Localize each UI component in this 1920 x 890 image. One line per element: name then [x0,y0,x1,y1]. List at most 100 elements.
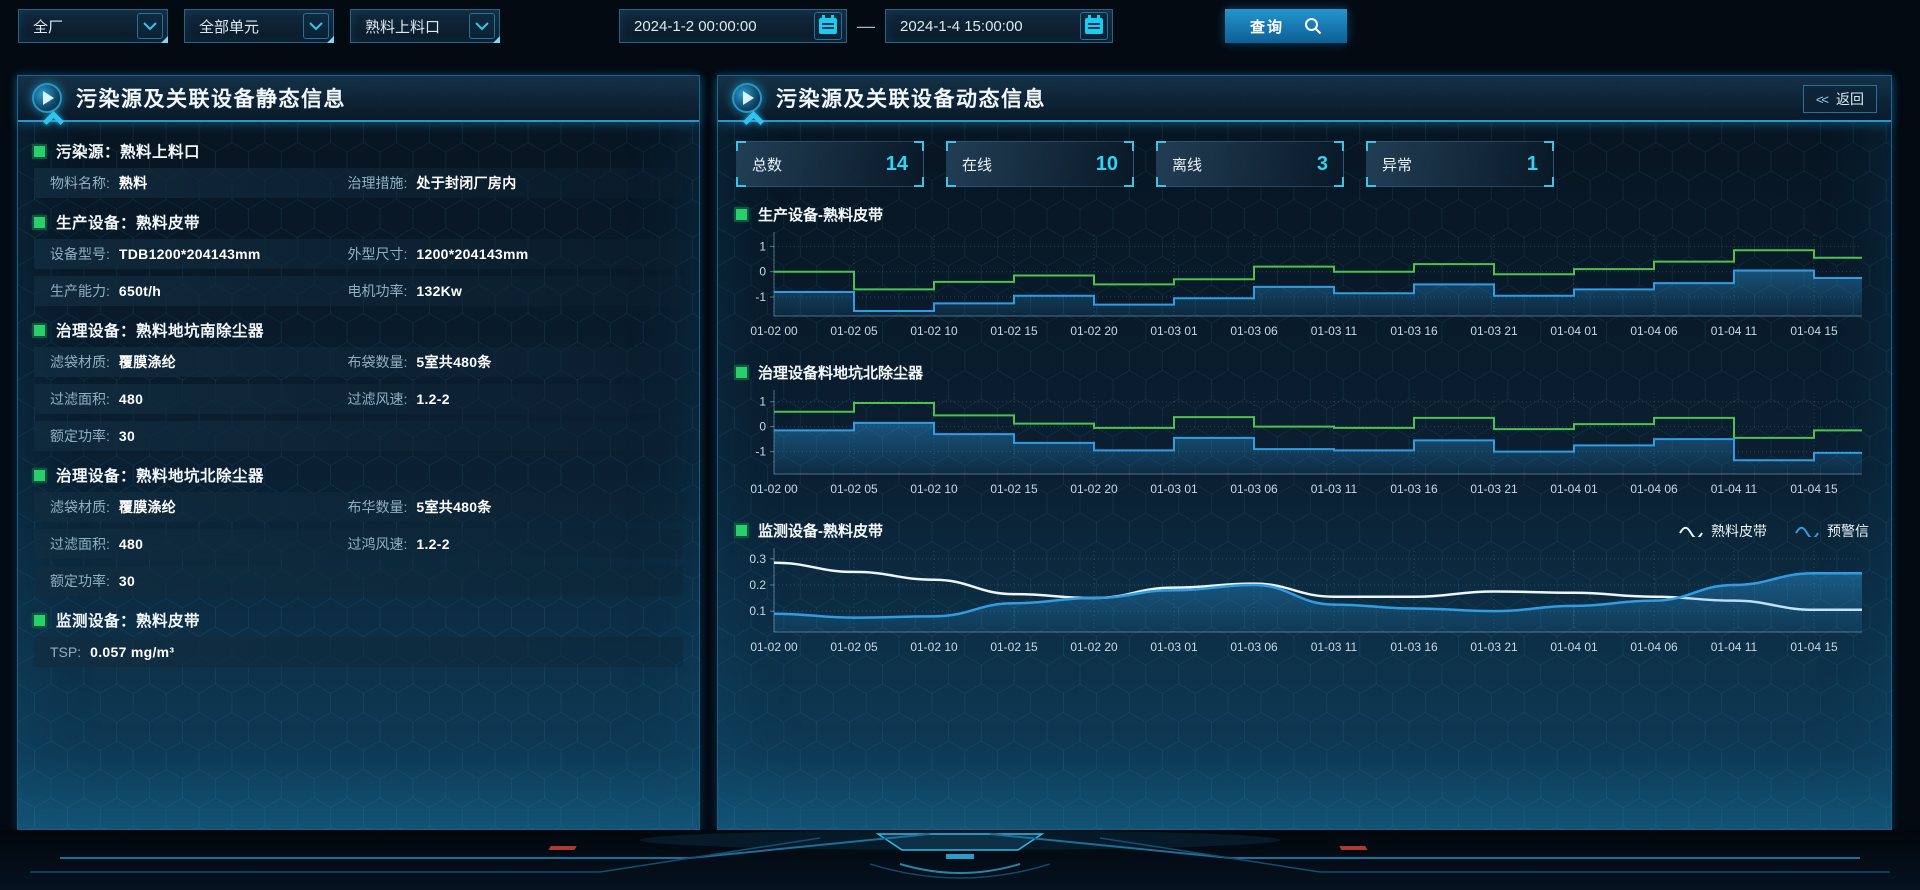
info-cell: 外型尺寸:1200*204143mm [348,244,683,264]
select-plant-value: 全厂 [33,16,63,37]
svg-text:0.3: 0.3 [749,552,766,566]
footer-decoration [0,830,1920,890]
info-row: 设备型号:TDB1200*204143mm外型尺寸:1200*204143mm [34,239,683,269]
svg-text:01-02 10: 01-02 10 [910,640,958,654]
stat-total: 总数 14 [736,141,924,187]
end-date-input[interactable]: 2024-1-4 15:00:00 [885,9,1113,43]
svg-text:01-04 15: 01-04 15 [1790,324,1838,338]
svg-text:01-03 06: 01-03 06 [1230,640,1278,654]
svg-text:01-02 00: 01-02 00 [750,324,798,338]
dynamic-info-panel: 污染源及关联设备动态信息 << 返回 总数 14 在线 10 离线 3 异常 1… [717,75,1892,830]
section-header: 生产设备：熟料皮带 [34,205,683,239]
info-row: TSP:0.057 mg/m³ [34,637,683,667]
green-square-icon [34,146,45,157]
back-button-label: 返回 [1836,89,1864,109]
svg-text:01-04 11: 01-04 11 [1711,324,1758,338]
play-icon [32,83,62,113]
search-button-label: 查询 [1250,16,1284,37]
filter-toolbar: 全厂 全部单元 熟料上料口 2024-1-2 00:00:00 — 2024-1… [18,8,1347,44]
double-chevron-left-icon: << [1816,92,1827,107]
chart-block: 治理设备料地坑北除尘器10-101-02 0001-02 0501-02 100… [736,359,1873,511]
info-value: 480 [119,536,143,552]
info-row: 过滤面积:480过鸿风速:1.2-2 [34,529,683,559]
svg-text:01-03 11: 01-03 11 [1311,482,1358,496]
static-info-title: 污染源及关联设备静态信息 [76,83,346,113]
svg-text:01-03 01: 01-03 01 [1150,640,1198,654]
info-label: 生产能力: [50,281,110,301]
end-date-value: 2024-1-4 15:00:00 [900,18,1023,35]
info-cell: 治理措施:处于封闭厂房内 [348,173,683,193]
info-value: 650t/h [119,283,161,299]
svg-text:01-04 15: 01-04 15 [1790,640,1838,654]
svg-text:01-03 16: 01-03 16 [1390,324,1438,338]
chevron-down-icon [303,13,329,39]
chart-title-row: 生产设备-熟料皮带 [736,201,1873,228]
info-row: 物料名称:熟料治理措施:处于封闭厂房内 [34,168,683,198]
green-square-icon [34,217,45,228]
info-row: 滤袋材质:覆膜涤纶布华数量:5室共480条 [34,492,683,522]
svg-text:-1: -1 [755,290,766,304]
section-title: 治理设备：熟料地坑南除尘器 [56,319,264,341]
back-button[interactable]: << 返回 [1803,85,1877,113]
select-unit[interactable]: 全部单元 [184,9,334,43]
select-plant[interactable]: 全厂 [18,9,168,43]
green-square-icon [34,615,45,626]
svg-text:01-03 11: 01-03 11 [1311,324,1358,338]
legend-item[interactable]: 预警信 [1795,521,1869,541]
svg-text:01-03 21: 01-03 21 [1470,324,1518,338]
svg-text:0.2: 0.2 [749,578,766,592]
select-pollution-source[interactable]: 熟料上料口 [350,9,500,43]
svg-text:01-02 05: 01-02 05 [830,640,878,654]
svg-text:01-02 20: 01-02 20 [1070,640,1118,654]
svg-text:0: 0 [759,420,766,434]
info-value: 30 [119,573,135,589]
info-value: 1.2-2 [416,536,449,552]
svg-text:01-02 10: 01-02 10 [910,324,958,338]
search-button[interactable]: 查询 [1225,9,1347,43]
info-label: 过滤面积: [50,389,110,409]
select-pollution-source-value: 熟料上料口 [365,16,440,37]
chart-title-row: 监测设备-熟料皮带 熟料皮带 预警信 [736,517,1873,544]
select-unit-value: 全部单元 [199,16,259,37]
green-square-icon [34,470,45,481]
info-value: 480 [119,391,143,407]
stat-abnormal-label: 异常 [1382,154,1412,175]
svg-text:01-02 05: 01-02 05 [830,482,878,496]
info-cell: 物料名称:熟料 [50,173,348,193]
svg-text:01-02 20: 01-02 20 [1070,482,1118,496]
stat-abnormal-value: 1 [1527,153,1538,176]
svg-text:01-03 11: 01-03 11 [1311,640,1358,654]
info-cell: 过滤面积: 480 [50,389,348,409]
static-info-content: 污染源：熟料上料口物料名称:熟料治理措施:处于封闭厂房内生产设备：熟料皮带设备型… [18,122,699,686]
svg-text:01-04 06: 01-04 06 [1630,324,1678,338]
info-value: 30 [119,428,135,444]
section-header: 治理设备：熟料地坑南除尘器 [34,313,683,347]
wavy-line-icon [1679,525,1703,537]
info-value: 覆膜涤纶 [119,497,176,517]
calendar-icon[interactable] [814,12,842,40]
info-row: 过滤面积:480过滤风速:1.2-2 [34,384,683,414]
info-label: 布华数量: [348,497,408,517]
start-date-input[interactable]: 2024-1-2 00:00:00 [619,9,847,43]
chart-title-row: 治理设备料地坑北除尘器 [736,359,1873,386]
info-cell: 电机功率:132Kw [348,281,683,301]
info-label: 治理措施: [348,173,408,193]
info-cell: 生产能力: 650t/h [50,281,348,301]
static-info-panel: 污染源及关联设备静态信息 污染源：熟料上料口物料名称:熟料治理措施:处于封闭厂房… [17,75,700,830]
chart-canvas: 0.30.20.101-02 0001-02 0501-02 1001-02 1… [736,544,1868,664]
info-row: 滤袋材质:覆膜涤纶布袋数量:5室共480条 [34,347,683,377]
chevron-down-icon [469,13,495,39]
calendar-icon[interactable] [1080,12,1108,40]
section-title: 监测设备：熟料皮带 [56,609,200,631]
svg-text:01-03 16: 01-03 16 [1390,482,1438,496]
legend-item[interactable]: 熟料皮带 [1679,521,1767,541]
info-value: TDB1200*204143mm [119,246,261,262]
stat-online-label: 在线 [962,154,992,175]
svg-text:01-04 01: 01-04 01 [1550,640,1598,654]
green-square-icon [736,209,747,220]
chart-title: 监测设备-熟料皮带 [758,520,883,541]
static-info-header: 污染源及关联设备静态信息 [18,76,699,122]
svg-text:01-03 01: 01-03 01 [1150,324,1198,338]
info-value: 0.057 mg/m³ [90,644,174,660]
info-label: 过滤风速: [348,389,408,409]
